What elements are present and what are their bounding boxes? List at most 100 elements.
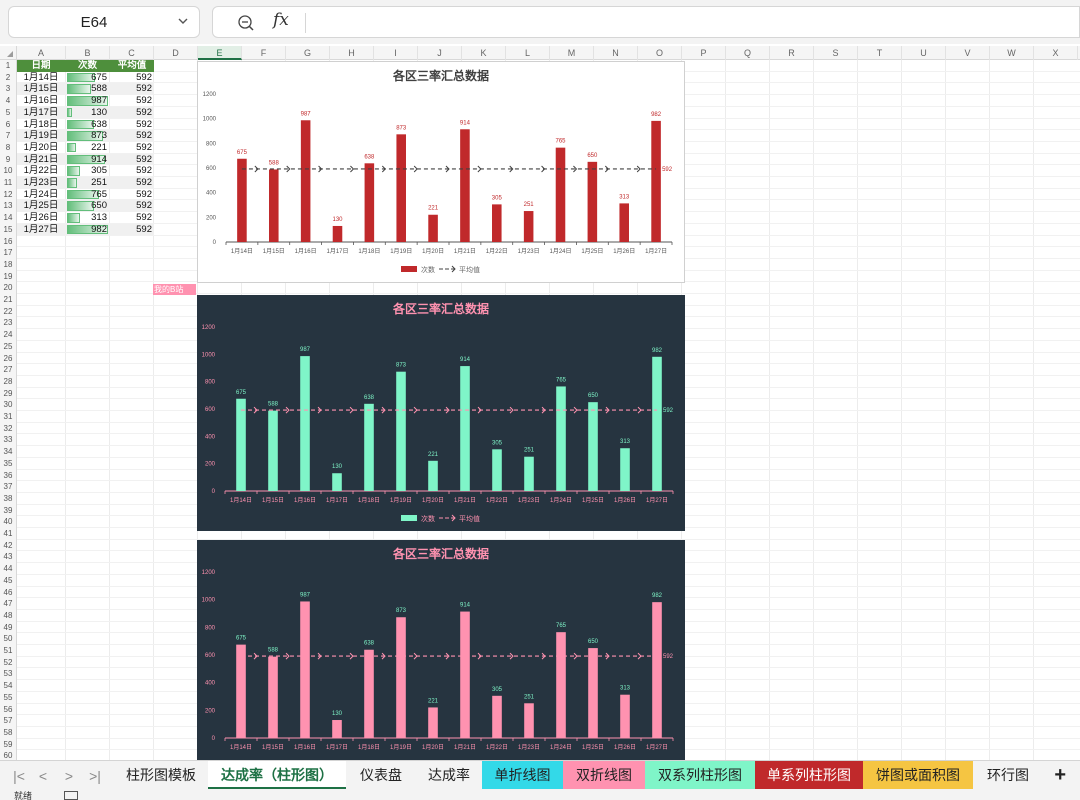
count-cell[interactable]: 221 [66,142,109,154]
row-header-12[interactable]: 12 [0,189,16,201]
date-cell[interactable]: 1月16日 [17,95,65,107]
bar[interactable] [652,356,662,491]
bar[interactable] [492,695,502,738]
row-header-29[interactable]: 29 [0,388,16,400]
row-header-13[interactable]: 13 [0,200,16,212]
bar[interactable] [396,134,406,242]
sheet-tab[interactable]: 环行图 [973,761,1043,789]
row-header-23[interactable]: 23 [0,317,16,329]
bar[interactable] [236,644,246,738]
sheet-view-icon[interactable] [64,791,78,800]
row-header-56[interactable]: 56 [0,704,16,716]
row-header-55[interactable]: 55 [0,692,16,704]
add-sheet-button[interactable]: + [1054,763,1066,787]
bar[interactable] [524,456,534,491]
avg-cell[interactable]: 592 [110,130,154,142]
row-header-44[interactable]: 44 [0,563,16,575]
sheet-tab[interactable]: 双系列柱形图 [645,761,755,789]
sheet-tab[interactable]: 柱形图模板 [112,761,210,789]
row-header-28[interactable]: 28 [0,376,16,388]
bar[interactable] [269,169,279,242]
row-header-21[interactable]: 21 [0,294,16,306]
chart-2[interactable]: 各区三率汇总数据 0 200 400 600 800 1000 1200 675 1月14日 588… [197,295,685,531]
bar[interactable] [460,129,470,242]
column-header-l[interactable]: L [506,46,550,60]
count-cell[interactable]: 675 [66,72,109,84]
date-cell[interactable]: 1月24日 [17,189,65,201]
column-header-n[interactable]: N [594,46,638,60]
row-header-52[interactable]: 52 [0,657,16,669]
avg-cell[interactable]: 592 [110,212,154,224]
count-cell[interactable]: 130 [66,107,109,119]
sheet-tab[interactable]: 达成率（柱形图） [208,761,346,789]
row-header-20[interactable]: 20 [0,282,16,294]
bar[interactable] [332,473,342,491]
bar[interactable] [620,448,630,491]
row-header-16[interactable]: 16 [0,236,16,248]
row-header-18[interactable]: 18 [0,259,16,271]
row-header-53[interactable]: 53 [0,668,16,680]
row-header-36[interactable]: 36 [0,470,16,482]
sheet-tab[interactable]: 饼图或面积图 [863,761,973,789]
row-header-1[interactable]: 1 [0,60,16,72]
pink-tag-cell[interactable]: 我的B站 [153,284,196,295]
column-header-u[interactable]: U [902,46,946,60]
column-header-b[interactable]: B [66,46,110,60]
date-cell[interactable]: 1月26日 [17,212,65,224]
date-cell[interactable]: 1月15日 [17,83,65,95]
date-cell[interactable]: 1月18日 [17,119,65,131]
chart-3[interactable]: 各区三率汇总数据 0 200 400 600 800 1000 1200 675 1月14日 588… [197,540,685,760]
count-cell[interactable]: 987 [66,95,109,107]
column-header-c[interactable]: C [110,46,154,60]
row-header-26[interactable]: 26 [0,353,16,365]
bar[interactable] [236,398,246,491]
row-header-49[interactable]: 49 [0,622,16,634]
bar[interactable] [524,703,534,738]
row-header-38[interactable]: 38 [0,493,16,505]
sheet-tab[interactable]: 单系列柱形图 [755,761,863,789]
count-cell[interactable]: 765 [66,189,109,201]
bar[interactable] [364,403,374,491]
row-header-41[interactable]: 41 [0,528,16,540]
bar[interactable] [428,460,438,491]
bar[interactable] [556,632,566,738]
column-header-f[interactable]: F [242,46,286,60]
sheet-tab[interactable]: 仪表盘 [346,761,416,789]
row-header-7[interactable]: 7 [0,130,16,142]
bar[interactable] [620,694,630,738]
row-header-17[interactable]: 17 [0,247,16,259]
date-cell[interactable]: 1月25日 [17,200,65,212]
bar[interactable] [332,720,342,738]
row-header-9[interactable]: 9 [0,154,16,166]
row-header-54[interactable]: 54 [0,680,16,692]
bar[interactable] [523,211,534,242]
row-header-50[interactable]: 50 [0,633,16,645]
row-header-43[interactable]: 43 [0,551,16,563]
table-header-cell[interactable]: 次数 [66,60,109,72]
date-cell[interactable]: 1月14日 [17,72,65,84]
column-header-q[interactable]: Q [726,46,770,60]
bar[interactable] [492,449,502,491]
column-header-g[interactable]: G [286,46,330,60]
count-cell[interactable]: 313 [66,212,109,224]
bar[interactable] [396,617,406,738]
bar[interactable] [364,163,375,242]
column-header-p[interactable]: P [682,46,726,60]
avg-cell[interactable]: 592 [110,107,154,119]
row-header-10[interactable]: 10 [0,165,16,177]
count-cell[interactable]: 650 [66,200,109,212]
prev-sheet-icon[interactable]: < [32,766,54,786]
chart-1[interactable]: 各区三率汇总数据 0 200 400 600 800 1000 1200 675 1月14日 588… [197,61,685,283]
row-header-51[interactable]: 51 [0,645,16,657]
bar[interactable] [556,386,566,491]
row-header-59[interactable]: 59 [0,739,16,751]
count-cell[interactable]: 873 [66,130,109,142]
date-cell[interactable]: 1月21日 [17,154,65,166]
sheet-tab[interactable]: 双折线图 [563,761,645,789]
count-cell[interactable]: 588 [66,83,109,95]
function-icon[interactable]: fx [273,10,289,30]
column-header-t[interactable]: T [858,46,902,60]
bar[interactable] [268,656,278,738]
table-header-cell[interactable]: 日期 [17,60,65,72]
column-header-w[interactable]: W [990,46,1034,60]
